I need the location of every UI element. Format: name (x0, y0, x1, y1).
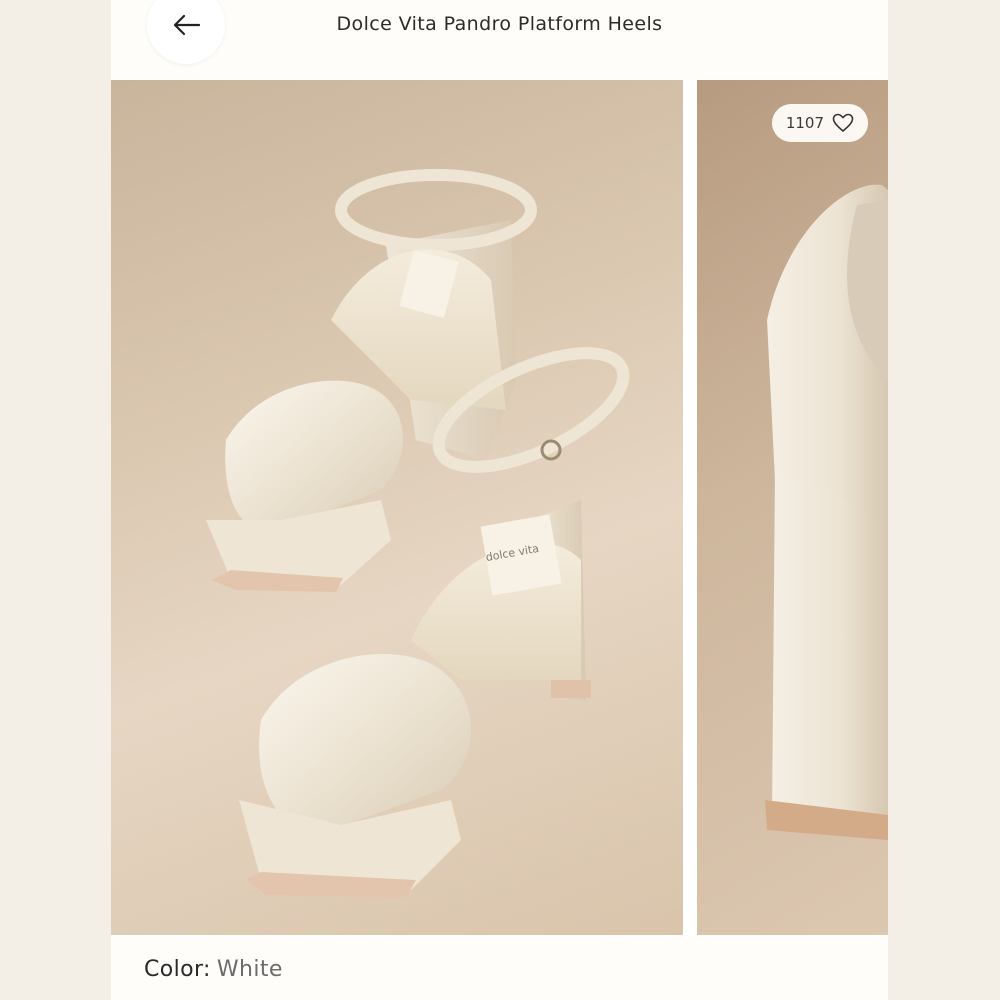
top-bar: Dolce Vita Pandro Platform Heels (111, 0, 888, 80)
color-value: White (216, 957, 283, 982)
likes-count: 1107 (785, 114, 824, 132)
product-image-main[interactable]: dolce vita (111, 80, 683, 935)
color-label: Color: (144, 957, 211, 982)
like-button[interactable]: 1107 (771, 104, 868, 142)
product-info: Color: White (111, 935, 888, 1000)
image-divider (683, 80, 697, 935)
heart-outline-icon (832, 113, 854, 133)
product-image-secondary[interactable]: 1107 (697, 80, 888, 935)
color-selector[interactable]: Color: White (144, 957, 283, 982)
product-page: Dolce Vita Pandro Platform Heels dolce v… (111, 0, 888, 1000)
page-title: Dolce Vita Pandro Platform Heels (336, 13, 663, 35)
